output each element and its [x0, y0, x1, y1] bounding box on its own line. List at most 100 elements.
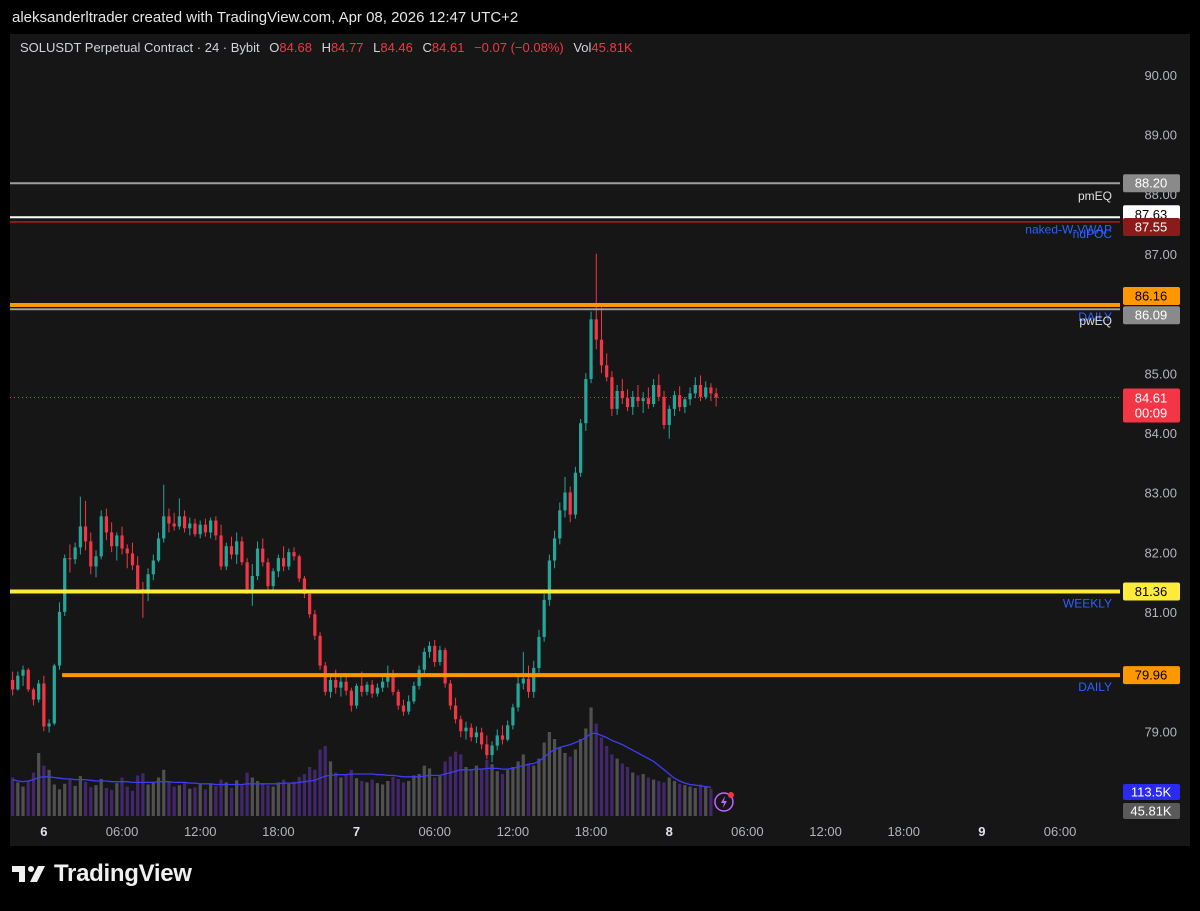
- volume-bar: [474, 765, 479, 816]
- volume-bar: [52, 784, 56, 816]
- volume-bar: [266, 785, 270, 816]
- volume-bar: [198, 784, 202, 816]
- candle-body: [709, 387, 713, 394]
- candle-body: [459, 719, 463, 732]
- volume-bar: [151, 781, 155, 816]
- y-tick-label: 81.00: [1144, 605, 1177, 620]
- volume-bar: [99, 778, 103, 816]
- volume-bar: [313, 769, 317, 816]
- volume-bar: [110, 790, 114, 816]
- volume-bar: [464, 767, 468, 816]
- volume-bar: [349, 769, 353, 816]
- candle-body: [78, 526, 82, 548]
- x-tick-label: 18:00: [262, 824, 295, 839]
- volume-badge: 45.81K: [1130, 804, 1172, 819]
- candle-body: [568, 492, 572, 515]
- volume-bar: [620, 763, 624, 816]
- volume-bar: [568, 756, 572, 816]
- volume-bar: [318, 749, 322, 816]
- candle-body: [21, 669, 25, 676]
- low-value: 84.46: [380, 40, 413, 55]
- candle-body: [308, 593, 312, 615]
- volume-bar: [115, 783, 119, 816]
- candle-body: [255, 548, 260, 577]
- candle-body: [89, 541, 93, 567]
- volume-bar: [693, 788, 697, 816]
- volume-bar: [172, 786, 176, 816]
- candle-body: [334, 679, 338, 688]
- change-value: −0.07 (−0.08%): [474, 40, 564, 55]
- chart-panel[interactable]: pmEQ naked-W-VWAP ndPOC DAILY pwEQ WEEKLY DAIL…: [10, 34, 1190, 846]
- high-label: H: [321, 40, 331, 55]
- candle-body: [532, 667, 536, 692]
- candle-body: [610, 377, 614, 409]
- candle-body: [16, 675, 20, 690]
- candle-body: [552, 538, 557, 561]
- candle-body: [198, 524, 202, 535]
- volume-bar: [417, 774, 421, 816]
- volume-bar: [287, 783, 291, 816]
- candle-body: [625, 398, 630, 408]
- candle-body: [558, 510, 562, 539]
- y-tick-label: 90.00: [1144, 68, 1177, 83]
- candle-body: [599, 339, 604, 366]
- candle-body: [464, 727, 468, 732]
- candle-body: [47, 723, 51, 727]
- volume-bar: [636, 775, 640, 816]
- candle-body: [500, 735, 505, 740]
- candle-body: [318, 635, 322, 666]
- volume-bar: [276, 782, 280, 816]
- volume-bar: [167, 781, 171, 816]
- y-tick-label: 83.00: [1144, 486, 1177, 501]
- volume-bar: [136, 775, 140, 816]
- volume-bar: [480, 768, 484, 816]
- tradingview-brand[interactable]: TradingView: [12, 860, 192, 888]
- candle-body: [474, 732, 479, 738]
- candle-body: [521, 678, 525, 684]
- candle-body: [167, 516, 171, 524]
- volume-bar: [542, 742, 546, 816]
- candle-body: [266, 562, 270, 587]
- volume-bar: [422, 765, 426, 816]
- volume-bar: [255, 781, 260, 816]
- candle-body: [328, 679, 333, 692]
- volume-bar: [63, 783, 67, 816]
- candle-body: [224, 546, 228, 567]
- volume-bar: [646, 777, 650, 816]
- candle-body: [94, 556, 98, 567]
- close-label: C: [422, 40, 432, 55]
- candle-body: [177, 516, 181, 527]
- candle-body: [417, 669, 421, 686]
- candle-body: [443, 650, 447, 684]
- volume-bar: [526, 764, 531, 816]
- volume-bar: [292, 781, 296, 816]
- volume-bar: [125, 786, 129, 816]
- candle-body: [130, 553, 135, 566]
- volume-bar: [407, 781, 411, 816]
- candle-body: [136, 565, 140, 590]
- x-tick-label: 12:00: [184, 824, 217, 839]
- candle-body: [579, 423, 583, 473]
- symbol-label: SOLUSDT Perpetual Contract · 24 · Bybit: [20, 40, 260, 55]
- candle-body: [349, 690, 353, 706]
- price-chart[interactable]: pmEQnaked-W-VWAPndPOCDAILYpwEQWEEKLYDAIL…: [10, 34, 1190, 846]
- volume-bar: [459, 754, 463, 816]
- candle-body: [313, 614, 317, 636]
- candle-body: [672, 395, 677, 409]
- volume-bar: [386, 781, 390, 816]
- volume-bar: [21, 786, 25, 816]
- volume-bar: [438, 776, 442, 816]
- candle-body: [203, 524, 208, 533]
- volume-bar: [558, 747, 562, 816]
- level-text-pmEQ: pmEQ: [1078, 189, 1112, 203]
- x-tick-label: 6: [40, 824, 47, 839]
- price-badge-weekly: 81.36: [1135, 584, 1168, 599]
- volume-bar: [651, 779, 656, 816]
- volume-bar: [120, 777, 124, 816]
- open-label: O: [269, 40, 280, 55]
- candle-body: [52, 665, 56, 724]
- volume-bar: [214, 785, 218, 816]
- x-tick-label: 12:00: [497, 824, 530, 839]
- x-tick-label: 12:00: [809, 824, 842, 839]
- x-tick-label: 8: [666, 824, 673, 839]
